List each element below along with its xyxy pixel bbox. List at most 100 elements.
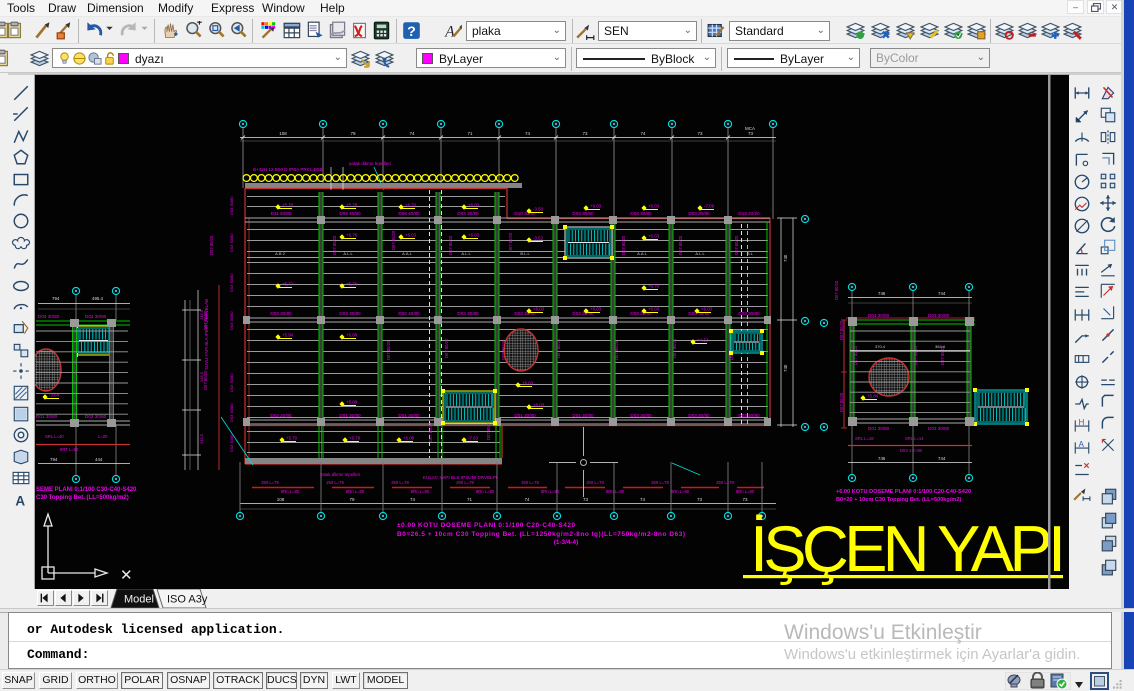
- svg-text:71: 71: [467, 131, 473, 136]
- svg-text:SRL L=40: SRL L=40: [45, 434, 64, 439]
- svg-text:+6.78: +6.78: [349, 436, 361, 441]
- svg-text:D02 40/80: D02 40/80: [398, 311, 420, 316]
- svg-text:74: 74: [409, 131, 415, 136]
- svg-text:370.4: 370.4: [875, 344, 886, 349]
- svg-text:-7.63: -7.63: [468, 436, 479, 441]
- svg-text:364.4: 364.4: [935, 344, 946, 349]
- svg-text:D08 40/80: D08 40/80: [398, 211, 420, 216]
- svg-text:B.L: B.L: [747, 251, 754, 256]
- svg-text:ISO A3y: ISO A3y: [167, 594, 208, 606]
- svg-text:B0=26.5 + 10cm C30 Topping Bet: B0=26.5 + 10cm C30 Topping Bet. (LL=1250…: [397, 531, 685, 538]
- svg-text:+6.03: +6.03: [533, 403, 545, 408]
- svg-text:A.L.L: A.L.L: [343, 251, 353, 256]
- svg-text:D03 30/80: D03 30/80: [688, 311, 710, 316]
- svg-text:D03 1-7=80: D03 1-7=80: [900, 448, 923, 453]
- svg-text:+6.03: +6.03: [522, 381, 534, 386]
- svg-text:+4.32: +4.32: [697, 338, 709, 343]
- svg-text:D08 40/80: D08 40/80: [339, 211, 361, 216]
- svg-text:MCA: MCA: [745, 126, 755, 131]
- svg-text:A.L.L: A.L.L: [461, 251, 471, 256]
- svg-text:D07 80/20: D07 80/20: [444, 338, 449, 358]
- svg-text:108: 108: [277, 497, 285, 502]
- svg-text:250 L=78: 250 L=78: [326, 480, 344, 485]
- svg-text:73: 73: [697, 131, 703, 136]
- svg-text:D07 80/20: D07 80/20: [839, 320, 844, 340]
- svg-text:A.B 2: A.B 2: [275, 251, 286, 256]
- svg-text:D03 30/80: D03 30/80: [928, 426, 950, 431]
- svg-text:73: 73: [742, 497, 748, 502]
- svg-text:250 L=78: 250 L=78: [521, 480, 539, 485]
- svg-text:495.4: 495.4: [92, 296, 104, 301]
- svg-text:+6.08: +6.08: [346, 333, 358, 338]
- svg-text:A.A.L: A.A.L: [637, 251, 648, 256]
- svg-text:D07 80/20: D07 80/20: [834, 280, 839, 300]
- svg-text:8Rn L=80: 8Rn L=80: [606, 489, 625, 494]
- svg-text:+5.70: +5.70: [286, 436, 298, 441]
- svg-text:D03 30/80: D03 30/80: [688, 211, 710, 216]
- svg-text:D07 80/20: D07 80/20: [428, 422, 433, 442]
- svg-text:+6.08: +6.08: [346, 400, 358, 405]
- svg-text:8Rn L=80: 8Rn L=80: [736, 489, 755, 494]
- svg-text:+6.70: +6.70: [648, 284, 660, 289]
- svg-text:A.L.L: A.L.L: [695, 251, 705, 256]
- svg-text:D03 30/80: D03 30/80: [868, 313, 890, 318]
- svg-text:+6.03: +6.03: [590, 204, 602, 209]
- svg-text:D07 80/20: D07 80/20: [678, 235, 683, 255]
- svg-text:+5.94: +5.94: [282, 333, 294, 338]
- svg-text:D07 80/20: D07 80/20: [448, 235, 453, 255]
- svg-text:D03 30/80: D03 30/80: [339, 311, 361, 316]
- svg-text:+6.03: +6.03: [590, 307, 602, 312]
- svg-text:D07 80/20: D07 80/20: [332, 235, 337, 255]
- svg-text:(1-3/4-4): (1-3/4-4): [554, 539, 579, 546]
- svg-text:SUYU YAPI BLA IPESTU DRVBLAB: SUYU YAPI BLA IPESTU DRVBLAB: [204, 299, 209, 370]
- svg-text:D07 80/20: D07 80/20: [621, 235, 626, 255]
- svg-text:D03 30/80: D03 30/80: [514, 311, 536, 316]
- svg-text:D03 30/80: D03 30/80: [457, 211, 479, 216]
- svg-text:D03 30/80: D03 30/80: [457, 311, 479, 316]
- svg-text:B0=20 + 10cm C30 Topping Bet.: B0=20 + 10cm C30 Topping Bet. (LL=500kg/…: [836, 497, 961, 503]
- svg-text:79: 79: [350, 131, 356, 136]
- svg-text:250 L=78: 250 L=78: [716, 480, 734, 485]
- svg-text:740: 740: [783, 364, 788, 372]
- svg-text:A: A: [15, 493, 25, 508]
- svg-text:İŞÇEN YAPI: İŞÇEN YAPI: [750, 512, 1066, 585]
- svg-text:D03 30/80: D03 30/80: [688, 413, 710, 418]
- svg-text:8Rn L=80: 8Rn L=80: [671, 489, 690, 494]
- svg-text:C30 Topping Bet. (LL=500kg/m2): C30 Topping Bet. (LL=500kg/m2): [36, 495, 129, 501]
- svg-text:D03 30/80: D03 30/80: [738, 413, 760, 418]
- svg-text:yatak dikme tepelleri: yatak dikme tepelleri: [349, 161, 391, 166]
- svg-text:+6.03: +6.03: [533, 307, 545, 312]
- svg-text:250 L=78: 250 L=78: [456, 480, 474, 485]
- svg-text:+5.78: +5.78: [346, 282, 358, 287]
- svg-text:D07 80/20: D07 80/20: [386, 340, 391, 360]
- svg-text:-3.52: -3.52: [533, 236, 544, 241]
- svg-text:?: ?: [407, 24, 416, 40]
- svg-text:L=20: L=20: [98, 434, 108, 439]
- svg-text:D01 30/80: D01 30/80: [339, 413, 361, 418]
- svg-text:SRL L=14: SRL L=14: [905, 436, 924, 441]
- svg-text:D03 30/80: D03 30/80: [630, 413, 652, 418]
- svg-text:D03 30/80: D03 30/80: [229, 273, 234, 292]
- svg-text:D03 30/80: D03 30/80: [85, 414, 107, 419]
- svg-text:8RT L=80: 8RT L=80: [60, 447, 79, 452]
- svg-text:74: 74: [640, 131, 646, 136]
- svg-text:+6.03: +6.03: [648, 204, 660, 209]
- svg-text:+5.77: +5.77: [282, 282, 294, 287]
- svg-text:D02 20/95: D02 20/95: [270, 413, 292, 418]
- svg-text:D01 30/80: D01 30/80: [868, 426, 890, 431]
- svg-text:D07 80/20: D07 80/20: [209, 235, 214, 255]
- svg-text:8Rn L=80: 8Rn L=80: [346, 489, 365, 494]
- svg-text:250 L=78: 250 L=78: [586, 480, 604, 485]
- svg-text:H: H: [1079, 418, 1085, 427]
- svg-text:D13 20/20: D13 20/20: [738, 211, 760, 216]
- svg-text:D03 30/80: D03 30/80: [229, 311, 234, 330]
- svg-text:740: 740: [783, 254, 788, 262]
- svg-text:74: 74: [524, 497, 530, 502]
- svg-text:D03 30/80: D03 30/80: [229, 403, 234, 422]
- svg-text:D07 80/20: D07 80/20: [672, 338, 677, 358]
- svg-text:245.5: 245.5: [199, 371, 204, 382]
- svg-text:D01 30/80: D01 30/80: [398, 413, 420, 418]
- svg-text:73: 73: [697, 497, 703, 502]
- svg-text:746: 746: [878, 456, 886, 461]
- svg-text:yatak dikme tepelleri: yatak dikme tepelleri: [320, 472, 360, 477]
